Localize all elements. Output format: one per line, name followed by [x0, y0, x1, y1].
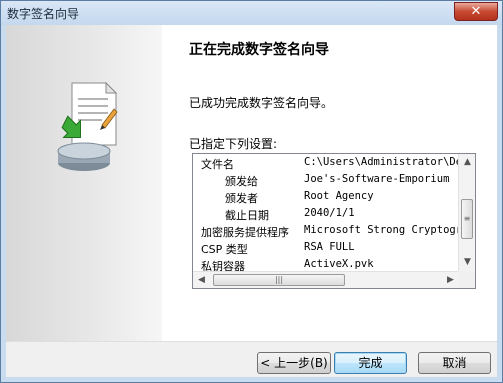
scroll-up-icon[interactable]: ▲: [459, 154, 475, 171]
list-item: 颁发给 Joe's-Software-Emporium: [193, 172, 459, 189]
document-sign-icon: [57, 81, 118, 171]
list-item: 截止日期 2040/1/1: [193, 206, 459, 223]
scroll-down-icon[interactable]: ▼: [459, 254, 475, 271]
setting-key: 截止日期: [225, 209, 269, 222]
setting-key: CSP 类型: [201, 243, 248, 256]
wizard-client-area: 正在完成数字签名向导 已成功完成数字签名向导。 已指定下列设置: 文件名 C:\…: [6, 25, 497, 377]
settings-rows: 文件名 C:\Users\Administrator\Des 颁发给 Joe's…: [193, 154, 459, 271]
setting-value: RSA FULL: [304, 241, 355, 253]
setting-value: Microsoft Strong Cryptogra: [304, 224, 459, 236]
scrollbar-corner: [458, 271, 475, 288]
grip-icon: |||: [274, 275, 284, 284]
page-title: 正在完成数字签名向导: [189, 42, 329, 58]
setting-value: Joe's-Software-Emporium: [304, 173, 450, 185]
wizard-window: 数字签名向导 ✕ 正在完成数字签名向导 已成功完成数字签名向导。 已指定下列设置…: [0, 0, 503, 383]
vertical-scrollbar[interactable]: ▲ ≡ ▼: [458, 154, 475, 271]
vertical-scroll-thumb[interactable]: ≡: [461, 199, 473, 239]
list-item: 文件名 C:\Users\Administrator\Des: [193, 155, 459, 172]
setting-key: 私钥容器: [201, 260, 245, 271]
setting-value: Root Agency: [304, 190, 374, 202]
setting-value: C:\Users\Administrator\Des: [304, 156, 459, 168]
setting-key: 加密服务提供程序: [201, 226, 289, 239]
button-bar: < 上一步(B) 完成 取消: [6, 341, 497, 377]
finish-button[interactable]: 完成: [334, 352, 407, 374]
setting-key: 颁发给: [225, 175, 258, 188]
title-bar[interactable]: 数字签名向导 ✕: [1, 1, 502, 25]
setting-key: 颁发者: [225, 192, 258, 205]
scroll-right-icon[interactable]: ▶: [442, 272, 459, 288]
cancel-button[interactable]: 取消: [418, 352, 491, 374]
list-item: 颁发者 Root Agency: [193, 189, 459, 206]
success-message: 已成功完成数字签名向导。: [189, 96, 334, 110]
scroll-left-icon[interactable]: ◀: [193, 272, 210, 288]
settings-label: 已指定下列设置:: [189, 137, 278, 151]
setting-value: ActiveX.pvk: [304, 258, 374, 270]
list-item: 私钥容器 ActiveX.pvk: [193, 257, 459, 271]
list-item: CSP 类型 RSA FULL: [193, 240, 459, 257]
setting-key: 文件名: [201, 158, 234, 171]
back-button[interactable]: < 上一步(B): [257, 352, 331, 374]
wizard-banner: [6, 25, 162, 341]
list-item: 加密服务提供程序 Microsoft Strong Cryptogra: [193, 223, 459, 240]
horizontal-scrollbar[interactable]: ◀ ||| ▶: [193, 271, 459, 288]
close-button[interactable]: ✕: [454, 2, 498, 21]
setting-value: 2040/1/1: [304, 207, 355, 219]
horizontal-scroll-thumb[interactable]: |||: [213, 274, 345, 286]
window-title: 数字签名向导: [7, 7, 80, 21]
settings-list[interactable]: 文件名 C:\Users\Administrator\Des 颁发给 Joe's…: [192, 153, 476, 289]
grip-icon: ≡: [463, 214, 471, 223]
